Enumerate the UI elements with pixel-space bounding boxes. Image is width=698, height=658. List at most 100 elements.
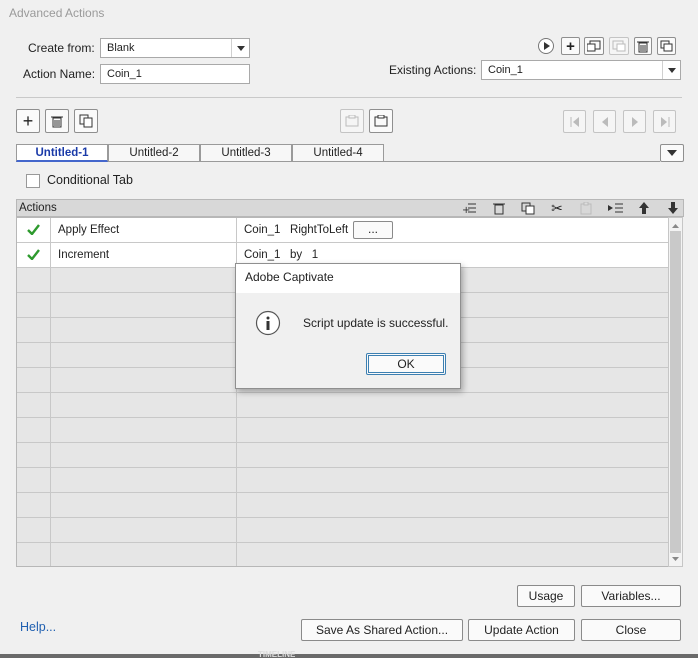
save-shared-action-button[interactable]: Save As Shared Action... xyxy=(301,619,463,641)
export-icon xyxy=(612,40,626,52)
import-action-button[interactable] xyxy=(584,37,604,55)
scroll-down-icon[interactable] xyxy=(669,554,682,564)
info-icon xyxy=(255,310,281,336)
action-name-input[interactable]: Coin_1 xyxy=(100,64,250,84)
status-cell xyxy=(17,268,51,292)
indent-icon[interactable] xyxy=(607,200,623,216)
table-row[interactable] xyxy=(17,393,668,418)
table-row[interactable] xyxy=(17,443,668,468)
insert-row-icon[interactable]: + xyxy=(461,200,477,216)
duplicate-action-button[interactable] xyxy=(657,37,676,55)
scroll-up-icon[interactable] xyxy=(669,221,682,231)
status-cell xyxy=(17,393,51,417)
last-tab-button[interactable] xyxy=(653,110,676,133)
update-action-button[interactable]: Update Action xyxy=(468,619,575,641)
action-cell[interactable]: Increment xyxy=(51,243,237,267)
ok-button[interactable]: OK xyxy=(366,353,446,375)
action-cell[interactable] xyxy=(51,368,237,392)
action-cell[interactable] xyxy=(51,268,237,292)
action-cell[interactable] xyxy=(51,543,237,566)
add-action-button[interactable]: + xyxy=(561,37,580,55)
args-cell[interactable] xyxy=(237,493,668,517)
paste-icon[interactable] xyxy=(578,200,594,216)
table-row[interactable] xyxy=(17,468,668,493)
action-cell[interactable] xyxy=(51,293,237,317)
help-link[interactable]: Help... xyxy=(20,620,56,634)
copy-decision-button[interactable] xyxy=(74,109,98,133)
action-cell[interactable]: Apply Effect xyxy=(51,218,237,242)
status-cell xyxy=(17,293,51,317)
status-cell xyxy=(17,368,51,392)
prev-icon xyxy=(601,116,608,127)
dialog-body: Script update is successful. OK xyxy=(236,293,460,388)
next-tab-button[interactable] xyxy=(623,110,646,133)
chevron-down-icon xyxy=(231,39,249,57)
delete-decision-button[interactable] xyxy=(45,109,69,133)
tab-untitled-3[interactable]: Untitled-3 xyxy=(200,144,292,162)
dialog-message: Script update is successful. xyxy=(303,316,449,330)
usage-button[interactable]: Usage xyxy=(517,585,575,607)
action-cell[interactable] xyxy=(51,418,237,442)
grid-scrollbar[interactable] xyxy=(668,217,683,567)
more-options-button[interactable]: ... xyxy=(353,221,393,239)
tab-untitled-4[interactable]: Untitled-4 xyxy=(292,144,384,162)
move-up-icon[interactable] xyxy=(636,200,652,216)
args-cell[interactable] xyxy=(237,443,668,467)
action-cell[interactable] xyxy=(51,318,237,342)
create-from-label: Create from: xyxy=(28,41,95,55)
svg-text:+: + xyxy=(462,205,470,214)
args-cell[interactable] xyxy=(237,543,668,566)
existing-actions-dropdown[interactable]: Coin_1 xyxy=(481,60,681,80)
args-cell[interactable] xyxy=(237,468,668,492)
conditional-tab-label: Conditional Tab xyxy=(47,173,133,187)
export-action-button[interactable] xyxy=(609,37,629,55)
status-cell xyxy=(17,543,51,566)
scroll-thumb[interactable] xyxy=(670,231,681,553)
tab-strip-line xyxy=(384,161,660,162)
action-name-value: Coin_1 xyxy=(107,68,142,80)
args-text: Coin_1 RightToLeft xyxy=(244,224,349,236)
tab-untitled-2[interactable]: Untitled-2 xyxy=(108,144,200,162)
chevron-down-icon xyxy=(662,61,680,79)
action-cell[interactable] xyxy=(51,518,237,542)
preview-button[interactable] xyxy=(538,38,554,54)
dialog-title: Adobe Captivate xyxy=(236,264,460,293)
trash-icon[interactable] xyxy=(491,200,507,216)
close-button[interactable]: Close xyxy=(581,619,681,641)
cut-icon[interactable]: ✂ xyxy=(549,200,565,216)
action-cell[interactable] xyxy=(51,493,237,517)
conditional-tab-checkbox[interactable] xyxy=(26,174,40,188)
table-row[interactable]: Apply Effect Coin_1 RightToLeft ... xyxy=(17,218,668,243)
status-cell xyxy=(17,468,51,492)
create-from-dropdown[interactable]: Blank xyxy=(100,38,250,58)
args-cell[interactable]: Coin_1 RightToLeft ... xyxy=(237,218,668,242)
first-tab-button[interactable] xyxy=(563,110,586,133)
action-cell[interactable] xyxy=(51,468,237,492)
tab-untitled-1[interactable]: Untitled-1 xyxy=(16,144,108,162)
variables-button[interactable]: Variables... xyxy=(581,585,681,607)
status-cell xyxy=(17,493,51,517)
create-from-value: Blank xyxy=(107,42,135,54)
table-row[interactable] xyxy=(17,493,668,518)
args-cell[interactable] xyxy=(237,418,668,442)
check-icon xyxy=(27,224,40,236)
table-row[interactable] xyxy=(17,418,668,443)
delete-action-button[interactable] xyxy=(634,37,652,55)
tabs-menu-button[interactable] xyxy=(660,144,684,162)
move-down-icon[interactable] xyxy=(665,200,681,216)
action-cell[interactable] xyxy=(51,393,237,417)
table-row[interactable] xyxy=(17,543,668,566)
prev-tab-button[interactable] xyxy=(593,110,616,133)
action-cell[interactable] xyxy=(51,343,237,367)
add-decision-button[interactable]: + xyxy=(16,109,40,133)
background-panel-label: TIMELINE xyxy=(258,651,296,658)
args-cell[interactable] xyxy=(237,518,668,542)
table-row[interactable] xyxy=(17,518,668,543)
copy-icon[interactable] xyxy=(520,200,536,216)
plus-icon: + xyxy=(566,37,575,55)
move-left-button[interactable] xyxy=(340,109,364,133)
args-cell[interactable] xyxy=(237,393,668,417)
trash-icon xyxy=(637,41,649,52)
move-right-button[interactable] xyxy=(369,109,393,133)
action-cell[interactable] xyxy=(51,443,237,467)
